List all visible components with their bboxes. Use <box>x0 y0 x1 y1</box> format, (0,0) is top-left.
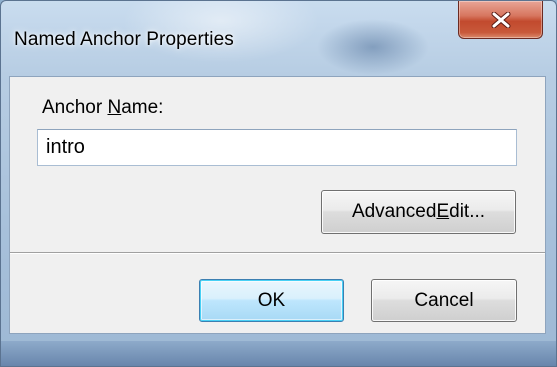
dialog-window: Named Anchor Properties Anchor Name: Adv… <box>0 0 557 367</box>
window-title: Named Anchor Properties <box>14 29 234 50</box>
dialog-body: Anchor Name: Advanced Edit... OK Cancel <box>9 76 546 334</box>
anchor-name-label: Anchor Name: <box>42 97 164 118</box>
separator <box>10 252 545 254</box>
close-icon <box>490 11 512 28</box>
anchor-name-input[interactable] <box>37 129 517 166</box>
cancel-button[interactable]: Cancel <box>371 279 517 322</box>
close-button[interactable] <box>458 1 543 39</box>
advanced-edit-button[interactable]: Advanced Edit... <box>321 190 516 234</box>
ok-button[interactable]: OK <box>199 279 344 322</box>
